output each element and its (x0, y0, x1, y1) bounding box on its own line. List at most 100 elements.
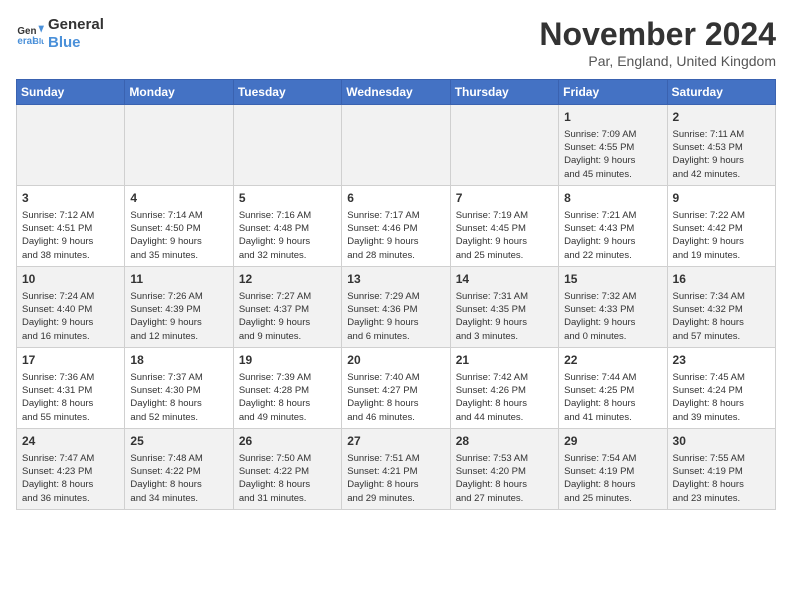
day-info: Sunrise: 7:44 AM Sunset: 4:25 PM Dayligh… (564, 371, 661, 424)
weekday-header: Saturday (667, 80, 775, 105)
day-info: Sunrise: 7:12 AM Sunset: 4:51 PM Dayligh… (22, 209, 119, 262)
calendar-cell: 6 Sunrise: 7:17 AM Sunset: 4:46 PM Daylig… (342, 185, 450, 266)
calendar-cell: 4Sunrise: 7:14 AM Sunset: 4:50 PM Daylig… (125, 185, 233, 266)
calendar-cell: 5 Sunrise: 7:16 AM Sunset: 4:48 PM Daylig… (233, 185, 341, 266)
day-info: Sunrise: 7:32 AM Sunset: 4:33 PM Dayligh… (564, 290, 661, 343)
calendar-table: SundayMondayTuesdayWednesdayThursdayFrid… (16, 79, 776, 510)
day-info: Sunrise: 7:17 AM Sunset: 4:46 PM Dayligh… (347, 209, 444, 262)
day-info: Sunrise: 7:29 AM Sunset: 4:36 PM Dayligh… (347, 290, 444, 343)
calendar-cell (125, 105, 233, 186)
logo-line2: Blue (48, 34, 104, 52)
day-number: 2 (673, 109, 770, 126)
day-number: 14 (456, 271, 553, 288)
calendar-cell: 17Sunrise: 7:36 AM Sunset: 4:31 PM Dayli… (17, 347, 125, 428)
calendar-week-row: 3 Sunrise: 7:12 AM Sunset: 4:51 PM Daylig… (17, 185, 776, 266)
day-number: 18 (130, 352, 227, 369)
day-info: Sunrise: 7:11 AM Sunset: 4:53 PM Dayligh… (673, 128, 770, 181)
calendar-cell: 30Sunrise: 7:55 AM Sunset: 4:19 PM Dayli… (667, 428, 775, 509)
day-number: 22 (564, 352, 661, 369)
day-number: 26 (239, 433, 336, 450)
calendar-cell: 26 Sunrise: 7:50 AM Sunset: 4:22 PM Dayli… (233, 428, 341, 509)
calendar-cell: 25 Sunrise: 7:48 AM Sunset: 4:22 PM Dayli… (125, 428, 233, 509)
calendar-cell: 13 Sunrise: 7:29 AM Sunset: 4:36 PM Dayli… (342, 266, 450, 347)
day-info: Sunrise: 7:19 AM Sunset: 4:45 PM Dayligh… (456, 209, 553, 262)
day-info: Sunrise: 7:53 AM Sunset: 4:20 PM Dayligh… (456, 452, 553, 505)
calendar-cell: 2 Sunrise: 7:11 AM Sunset: 4:53 PM Daylig… (667, 105, 775, 186)
day-number: 6 (347, 190, 444, 207)
day-number: 15 (564, 271, 661, 288)
calendar-cell: 11 Sunrise: 7:26 AM Sunset: 4:39 PM Dayli… (125, 266, 233, 347)
day-info: Sunrise: 7:34 AM Sunset: 4:32 PM Dayligh… (673, 290, 770, 343)
day-info: Sunrise: 7:22 AM Sunset: 4:42 PM Dayligh… (673, 209, 770, 262)
day-number: 21 (456, 352, 553, 369)
calendar-cell: 23Sunrise: 7:45 AM Sunset: 4:24 PM Dayli… (667, 347, 775, 428)
calendar-cell (17, 105, 125, 186)
day-number: 20 (347, 352, 444, 369)
logo-icon: Gen eral Blue (16, 20, 44, 48)
calendar-cell: 18 Sunrise: 7:37 AM Sunset: 4:30 PM Dayli… (125, 347, 233, 428)
calendar-cell: 19 Sunrise: 7:39 AM Sunset: 4:28 PM Dayli… (233, 347, 341, 428)
month-title: November 2024 (539, 16, 776, 53)
day-info: Sunrise: 7:42 AM Sunset: 4:26 PM Dayligh… (456, 371, 553, 424)
logo-line1: General (48, 16, 104, 34)
day-info: Sunrise: 7:09 AM Sunset: 4:55 PM Dayligh… (564, 128, 661, 181)
weekday-header: Monday (125, 80, 233, 105)
calendar-cell: 8Sunrise: 7:21 AM Sunset: 4:43 PM Daylig… (559, 185, 667, 266)
day-info: Sunrise: 7:31 AM Sunset: 4:35 PM Dayligh… (456, 290, 553, 343)
calendar-cell: 20Sunrise: 7:40 AM Sunset: 4:27 PM Dayli… (342, 347, 450, 428)
header: Gen eral Blue General Blue November 2024… (16, 16, 776, 69)
calendar-cell: 27 Sunrise: 7:51 AM Sunset: 4:21 PM Dayli… (342, 428, 450, 509)
day-number: 27 (347, 433, 444, 450)
calendar-cell: 21 Sunrise: 7:42 AM Sunset: 4:26 PM Dayli… (450, 347, 558, 428)
title-area: November 2024 Par, England, United Kingd… (539, 16, 776, 69)
calendar-cell (342, 105, 450, 186)
calendar-cell (233, 105, 341, 186)
day-info: Sunrise: 7:16 AM Sunset: 4:48 PM Dayligh… (239, 209, 336, 262)
calendar-cell: 16 Sunrise: 7:34 AM Sunset: 4:32 PM Dayli… (667, 266, 775, 347)
day-number: 24 (22, 433, 119, 450)
calendar-cell: 22 Sunrise: 7:44 AM Sunset: 4:25 PM Dayli… (559, 347, 667, 428)
day-number: 9 (673, 190, 770, 207)
weekday-header: Tuesday (233, 80, 341, 105)
day-info: Sunrise: 7:45 AM Sunset: 4:24 PM Dayligh… (673, 371, 770, 424)
day-number: 13 (347, 271, 444, 288)
day-number: 25 (130, 433, 227, 450)
calendar-cell: 28Sunrise: 7:53 AM Sunset: 4:20 PM Dayli… (450, 428, 558, 509)
calendar-cell (450, 105, 558, 186)
day-info: Sunrise: 7:27 AM Sunset: 4:37 PM Dayligh… (239, 290, 336, 343)
day-info: Sunrise: 7:50 AM Sunset: 4:22 PM Dayligh… (239, 452, 336, 505)
day-number: 3 (22, 190, 119, 207)
calendar-cell: 29Sunrise: 7:54 AM Sunset: 4:19 PM Dayli… (559, 428, 667, 509)
weekday-header: Sunday (17, 80, 125, 105)
calendar-cell: 15 Sunrise: 7:32 AM Sunset: 4:33 PM Dayli… (559, 266, 667, 347)
calendar-cell: 10Sunrise: 7:24 AM Sunset: 4:40 PM Dayli… (17, 266, 125, 347)
weekday-header-row: SundayMondayTuesdayWednesdayThursdayFrid… (17, 80, 776, 105)
day-number: 16 (673, 271, 770, 288)
day-info: Sunrise: 7:24 AM Sunset: 4:40 PM Dayligh… (22, 290, 119, 343)
day-number: 12 (239, 271, 336, 288)
day-info: Sunrise: 7:48 AM Sunset: 4:22 PM Dayligh… (130, 452, 227, 505)
location: Par, England, United Kingdom (539, 53, 776, 69)
day-number: 19 (239, 352, 336, 369)
calendar-week-row: 10Sunrise: 7:24 AM Sunset: 4:40 PM Dayli… (17, 266, 776, 347)
day-info: Sunrise: 7:26 AM Sunset: 4:39 PM Dayligh… (130, 290, 227, 343)
day-info: Sunrise: 7:51 AM Sunset: 4:21 PM Dayligh… (347, 452, 444, 505)
calendar-cell: 12 Sunrise: 7:27 AM Sunset: 4:37 PM Dayli… (233, 266, 341, 347)
calendar-week-row: 1Sunrise: 7:09 AM Sunset: 4:55 PM Daylig… (17, 105, 776, 186)
day-info: Sunrise: 7:39 AM Sunset: 4:28 PM Dayligh… (239, 371, 336, 424)
calendar-cell: 1Sunrise: 7:09 AM Sunset: 4:55 PM Daylig… (559, 105, 667, 186)
day-info: Sunrise: 7:37 AM Sunset: 4:30 PM Dayligh… (130, 371, 227, 424)
day-number: 5 (239, 190, 336, 207)
calendar-week-row: 17Sunrise: 7:36 AM Sunset: 4:31 PM Dayli… (17, 347, 776, 428)
day-number: 4 (130, 190, 227, 207)
day-info: Sunrise: 7:36 AM Sunset: 4:31 PM Dayligh… (22, 371, 119, 424)
svg-text:Blue: Blue (33, 36, 44, 46)
day-info: Sunrise: 7:55 AM Sunset: 4:19 PM Dayligh… (673, 452, 770, 505)
day-info: Sunrise: 7:47 AM Sunset: 4:23 PM Dayligh… (22, 452, 119, 505)
weekday-header: Wednesday (342, 80, 450, 105)
calendar-cell: 7Sunrise: 7:19 AM Sunset: 4:45 PM Daylig… (450, 185, 558, 266)
day-number: 29 (564, 433, 661, 450)
weekday-header: Thursday (450, 80, 558, 105)
day-number: 11 (130, 271, 227, 288)
calendar-cell: 24 Sunrise: 7:47 AM Sunset: 4:23 PM Dayli… (17, 428, 125, 509)
